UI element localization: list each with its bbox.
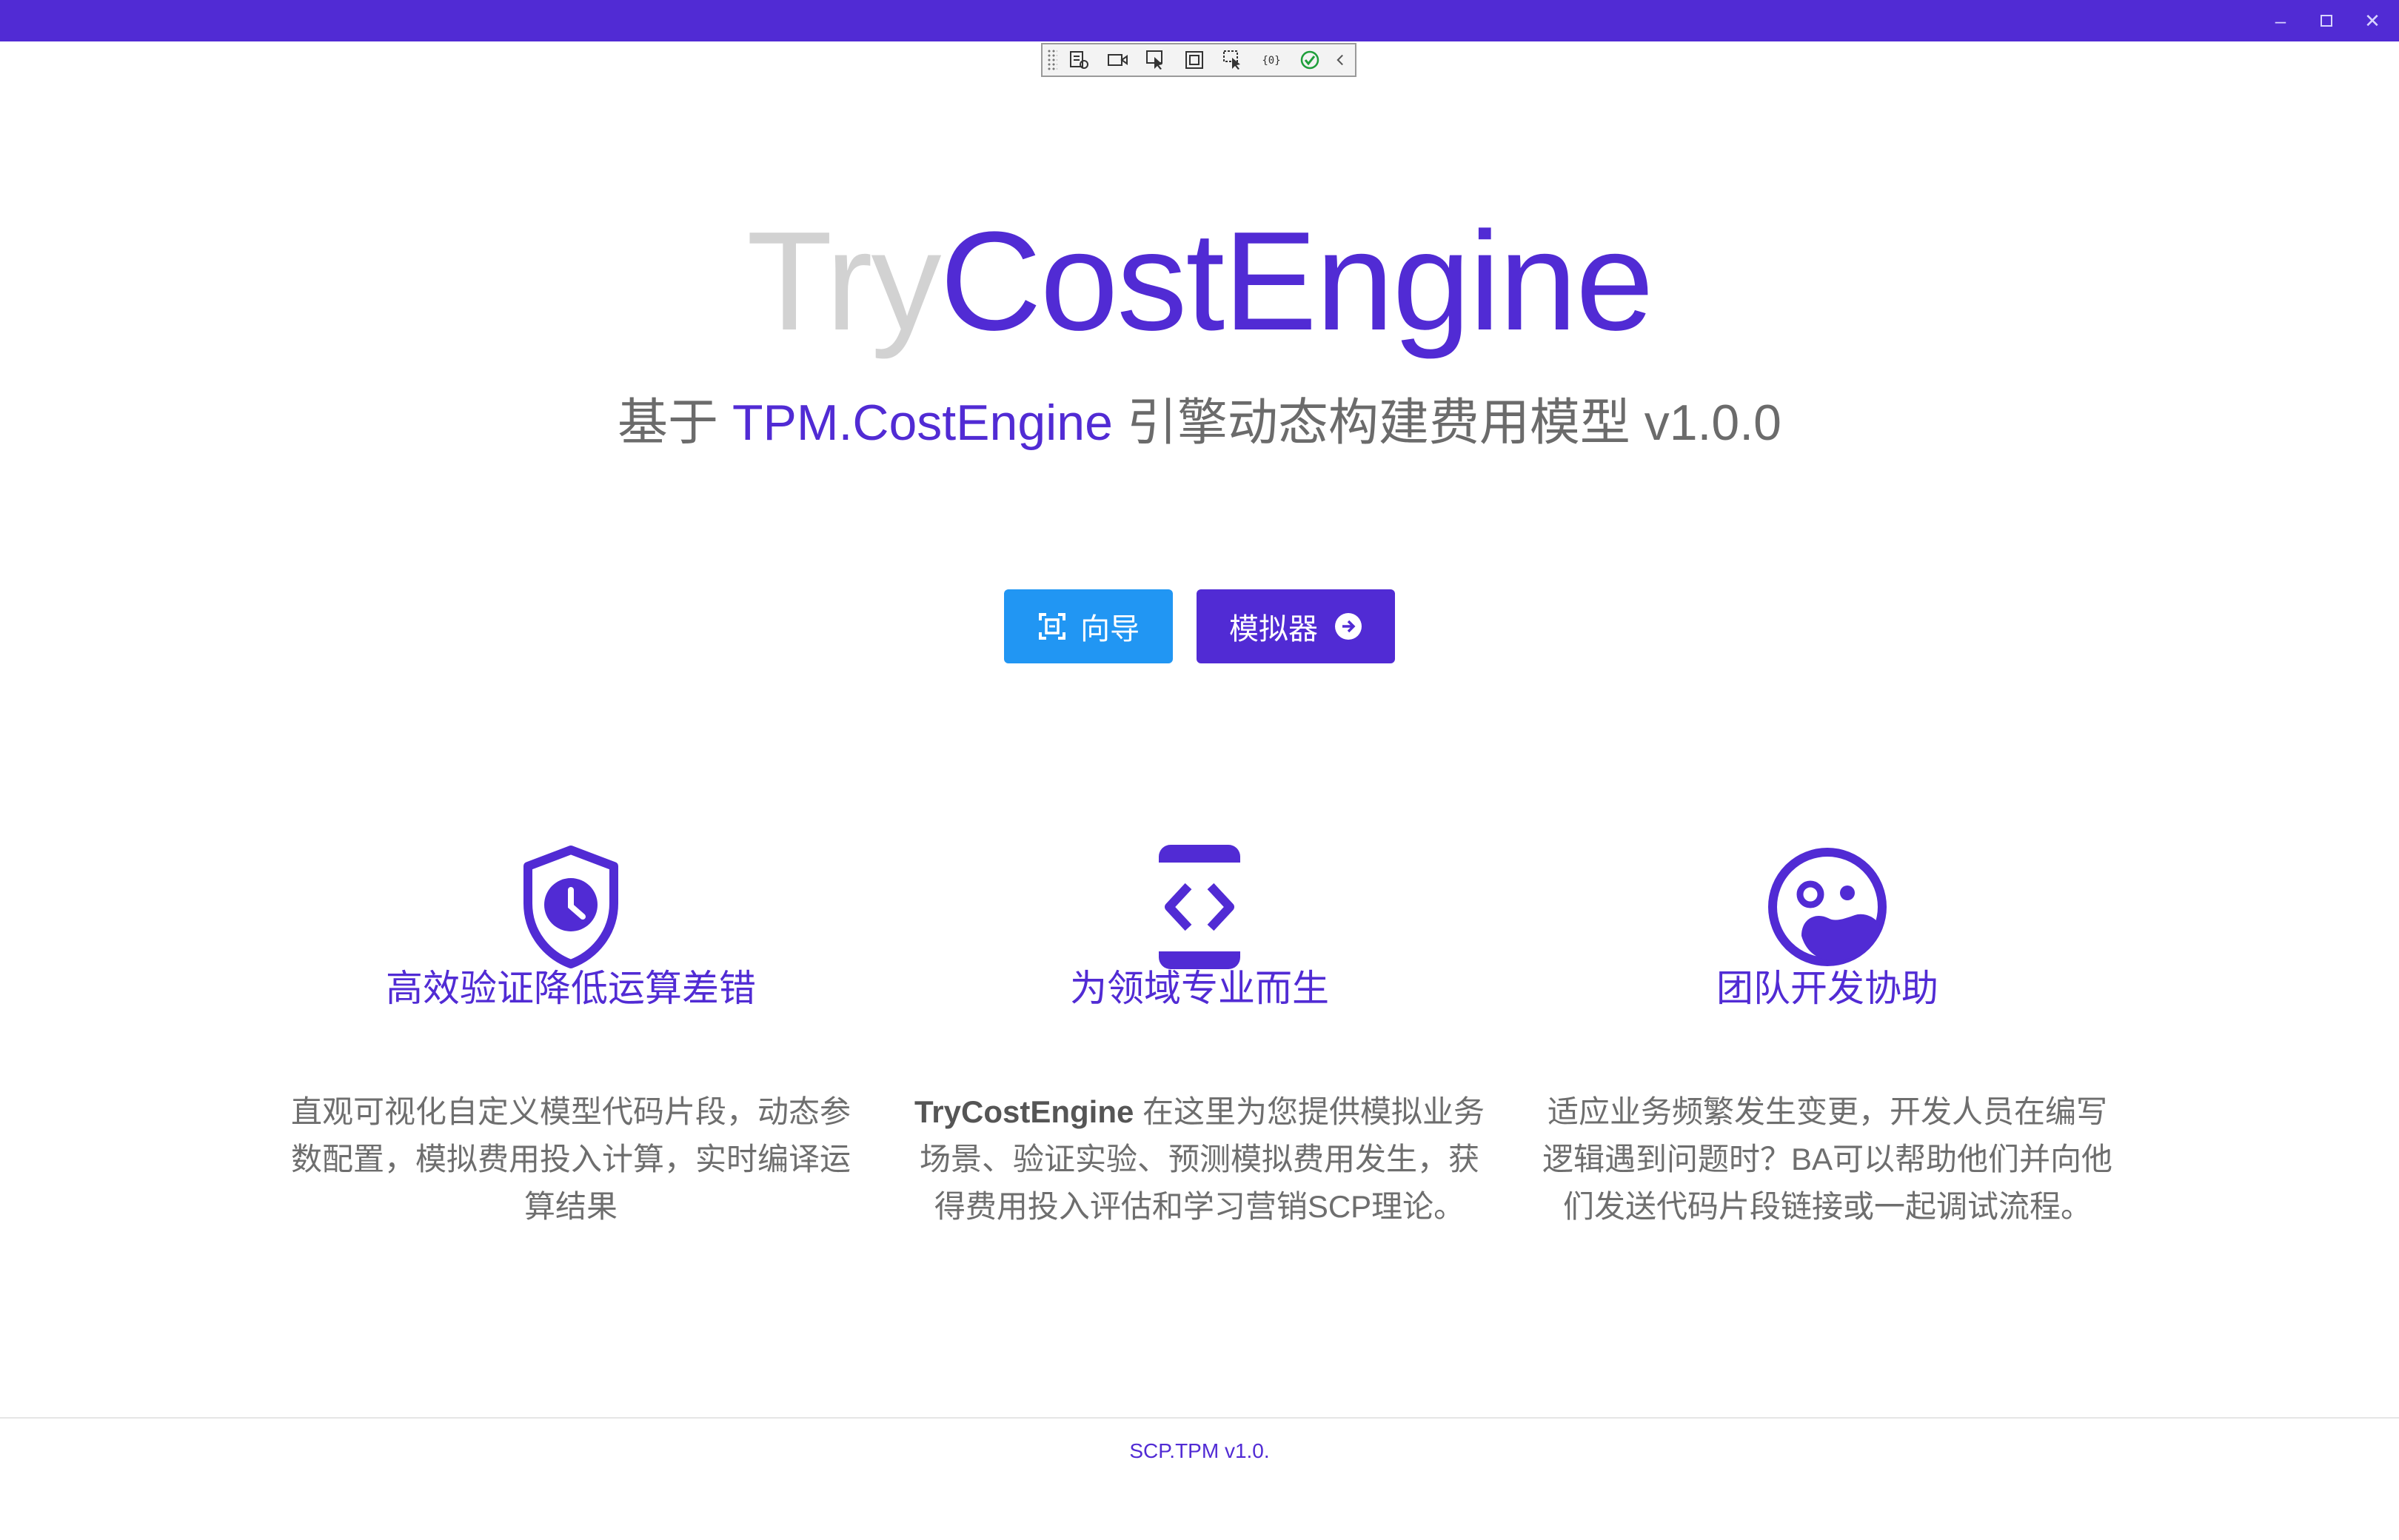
svg-text:{0}: {0} (1262, 55, 1280, 67)
live-visual-tree-icon[interactable] (1062, 45, 1096, 75)
feature-description: 直观可视化自定义模型代码片段，动态参数配置，模拟费用投入计算，实时编译运算结果 (290, 1094, 851, 1224)
guide-button-label: 向导 (1080, 613, 1140, 646)
debug-toolbar: {0} (1041, 43, 1356, 77)
window-titlebar (0, 0, 2399, 41)
feature-description: 适应业务频繁发生变更，开发人员在编写逻辑遇到问题时？BA可以帮助他们并向他们发送… (1542, 1094, 2113, 1224)
code-device-icon (903, 837, 1496, 977)
team-face-icon (1531, 837, 2124, 977)
select-element-icon[interactable] (1139, 45, 1173, 75)
guide-button[interactable]: 向导 (1004, 589, 1173, 663)
maximize-icon[interactable] (2304, 6, 2349, 36)
feature-efficient-validation: 高效验证降低运算差错 直观可视化自定义模型代码片段，动态参数配置，模拟费用投入计… (275, 837, 867, 1224)
feature-domain-specific: 为领域专业而生 TryCostEngine 在这里为您提供模拟业务场景、验证实验… (903, 837, 1496, 1224)
arrow-right-circle-icon (1334, 612, 1362, 640)
minimize-icon[interactable]: – (2258, 6, 2303, 36)
hero-title-try: Try (746, 203, 941, 360)
hero-title: TryCostEngine (0, 200, 2399, 363)
simulator-button-label: 模拟器 (1229, 613, 1318, 646)
subtitle-highlight: TPM.CostEngine (732, 395, 1113, 451)
record-icon[interactable] (1100, 45, 1134, 75)
shield-clock-icon (275, 837, 867, 977)
hero-subtitle: 基于 TPM.CostEngine 引擎动态构建费用模型 v1.0.0 (0, 391, 2399, 455)
feature-title: 高效验证降低运算差错 (386, 968, 756, 1009)
footer-text: SCP.TPM v1.0. (1129, 1439, 1270, 1462)
footer-divider (0, 1417, 2399, 1419)
feature-title: 为领域专业而生 (1070, 968, 1329, 1009)
hero-title-costengine: CostEngine (940, 203, 1653, 360)
subtitle-prefix: 基于 (618, 395, 732, 451)
feature-description: TryCostEngine 在这里为您提供模拟业务场景、验证实验、预测模拟费用发… (911, 1088, 1488, 1231)
hot-reload-ok-icon[interactable] (1293, 45, 1327, 75)
feature-title: 团队开发协助 (1716, 968, 1938, 1009)
toolbar-grip-icon[interactable] (1047, 49, 1057, 71)
collapse-icon[interactable] (1331, 45, 1349, 75)
close-icon[interactable]: ✕ (2350, 6, 2395, 36)
scan-icon (1037, 612, 1067, 641)
track-focus-icon[interactable] (1216, 45, 1250, 75)
binding-failures-icon[interactable]: {0} (1254, 45, 1288, 75)
feature-description-bold: TryCostEngine (914, 1094, 1134, 1129)
feature-team-collaboration: 团队开发协助 适应业务频繁发生变更，开发人员在编写逻辑遇到问题时？BA可以帮助他… (1531, 837, 2124, 1224)
subtitle-suffix: 引擎动态构建费用模型 v1.0.0 (1112, 395, 1781, 451)
simulator-button[interactable]: 模拟器 (1197, 589, 1395, 663)
display-layout-adorners-icon[interactable] (1177, 45, 1211, 75)
